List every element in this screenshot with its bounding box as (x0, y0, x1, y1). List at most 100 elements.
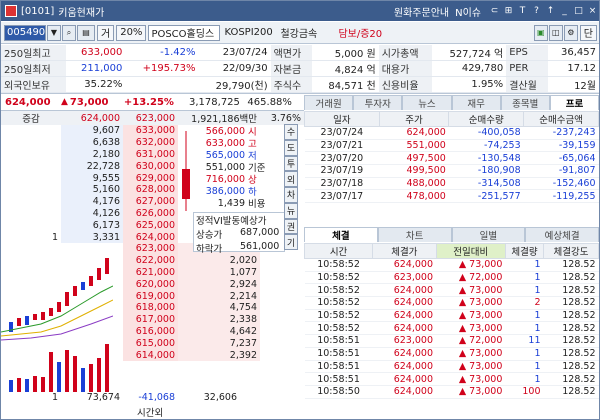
tab-item[interactable]: 예상체결 (525, 227, 599, 242)
trade-col-header[interactable]: 체결량 (504, 243, 545, 259)
link-icon[interactable]: ⊂ (488, 5, 501, 18)
info-l4: EPS (506, 45, 548, 61)
pin-icon[interactable]: ↑ (544, 5, 557, 18)
buy-price[interactable]: 616,000 (123, 325, 178, 338)
info-v3: 1.95% (431, 76, 507, 93)
tab-item[interactable]: 일별 (451, 227, 526, 242)
trade-cell: 10:58:51 (304, 360, 373, 374)
trade-cell: ▲ 73,000 (436, 309, 506, 323)
quote-row: 566,000 시 (185, 125, 283, 139)
trade-cell: 624,000 (372, 321, 437, 336)
buy-price[interactable]: 618,000 (123, 301, 178, 314)
settings-icon[interactable]: ⚙ (563, 24, 578, 41)
daily-col-header[interactable]: 순매수량 (448, 111, 525, 127)
buy-qty: 2,392 (178, 349, 260, 361)
buy-price[interactable]: 620,000 (123, 278, 178, 291)
window-icon-green[interactable]: ▣ (533, 24, 548, 41)
daily-cell: 499,500 (379, 164, 449, 178)
sell-price[interactable]: 626,000 (123, 207, 178, 220)
single-button[interactable]: 단 (579, 24, 597, 41)
trade-cell: ▲ 73,000 (436, 296, 506, 310)
help-icon[interactable]: ? (530, 5, 543, 18)
minimize-icon[interactable]: _ (558, 5, 571, 18)
price-rate: +13.25% (123, 96, 174, 108)
daily-col-header[interactable]: 순매수금액 (523, 111, 599, 127)
sell-change: 1 (51, 231, 58, 243)
sell-top-price: 624,000 (80, 112, 120, 124)
trade-col-header[interactable]: 체결가 (372, 243, 437, 259)
sell-price[interactable]: 627,000 (123, 195, 178, 208)
sell-price[interactable]: 629,000 (123, 172, 178, 184)
buy-price[interactable]: 622,000 (123, 254, 178, 267)
sell-price[interactable]: 633,000 (123, 125, 178, 137)
buy-price[interactable]: 619,000 (123, 290, 178, 302)
tab-item[interactable]: 프로 (549, 95, 599, 110)
maximize-icon[interactable]: □ (572, 5, 585, 18)
sell-qty: 6,638 (61, 136, 123, 149)
buy-price[interactable]: 614,000 (123, 349, 178, 361)
daily-row: 23/07/24 624,000 -400,058 -237,243 (304, 126, 599, 140)
tab-item[interactable]: 차트 (377, 227, 452, 242)
sell-price[interactable]: 628,000 (123, 183, 178, 196)
trade-col-header[interactable]: 체결강도 (543, 243, 599, 259)
list-icon[interactable]: ▤ (77, 24, 95, 41)
trade-cell: 1 (505, 309, 544, 323)
sell-qty: 5,160 (61, 183, 123, 196)
type-button[interactable]: 거 (97, 24, 115, 41)
sell-price[interactable]: 624,000 (123, 231, 178, 243)
stock-code-input[interactable]: 005490 (4, 24, 46, 41)
sell-price[interactable]: 630,000 (123, 160, 178, 173)
sell-price[interactable]: 631,000 (123, 148, 178, 161)
trade-col-header[interactable]: 시간 (303, 243, 374, 259)
side-button[interactable]: 외 (284, 171, 298, 187)
tab-item[interactable]: 종목별 (500, 95, 550, 110)
order-guide-link[interactable]: 원화주문안내 (394, 4, 449, 19)
buy-price[interactable]: 617,000 (123, 313, 178, 326)
quote-value: 566,000 (205, 125, 245, 137)
grid-icon[interactable]: ⊞ (502, 5, 515, 18)
tab-item[interactable]: 체결 (304, 227, 378, 242)
tab-item[interactable]: 거래원 (304, 95, 354, 110)
side-button[interactable]: 뉴 (284, 202, 298, 219)
side-button[interactable]: 도 (284, 139, 298, 156)
info-l2: 주식수 (270, 76, 313, 93)
code-dropdown-icon[interactable]: ▼ (47, 24, 61, 41)
side-button[interactable]: 차 (284, 187, 298, 203)
daily-cell: -314,508 (448, 177, 524, 191)
daily-col-header[interactable]: 주가 (378, 111, 450, 127)
window-icon (5, 5, 17, 17)
trade-cell: 1 (505, 360, 544, 374)
tab-item[interactable]: 뉴스 (402, 95, 452, 110)
trade-cell: 1 (505, 321, 544, 336)
info-v2: 5,000 원 (312, 45, 379, 61)
side-button[interactable]: 권 (284, 218, 298, 235)
buy-price[interactable]: 623,000 (123, 242, 178, 255)
search-icon[interactable]: ⌕ (62, 24, 76, 41)
issue-button[interactable]: N이슈 (455, 4, 481, 19)
tab-item[interactable]: 투자자 (353, 95, 403, 110)
trade-cell: 10:58:50 (304, 385, 373, 399)
trade-cell: 1 (505, 283, 544, 298)
trade-col-header[interactable]: 전일대비 (435, 243, 506, 259)
tab-item[interactable]: 재무 (451, 95, 501, 110)
side-button[interactable]: 투 (284, 155, 298, 172)
quote-row: 716,000 상 (185, 173, 283, 187)
buy-price[interactable]: 621,000 (123, 266, 178, 279)
buy-qty: 2,924 (178, 278, 260, 291)
daily-col-header[interactable]: 일자 (304, 111, 380, 127)
margin-rate-button[interactable]: 20% (116, 24, 147, 41)
sell-price[interactable]: 625,000 (123, 219, 178, 232)
text-icon[interactable]: T (516, 5, 529, 18)
buy-price[interactable]: 615,000 (123, 337, 178, 350)
close-icon[interactable]: × (586, 5, 599, 18)
trade-cell: 10:58:52 (304, 271, 373, 285)
info-v4: 36,457 (547, 45, 599, 61)
info-v1: 35.22% (66, 76, 126, 93)
split-icon[interactable]: ◫ (548, 24, 563, 41)
sell-price[interactable]: 632,000 (123, 136, 178, 149)
side-button[interactable]: 기 (284, 234, 298, 250)
trade-cell: 10:58:51 (304, 372, 373, 386)
after-hours-label[interactable]: 시간외 (137, 405, 163, 419)
side-button[interactable]: 수 (284, 124, 298, 140)
trade-row: 10:58:52 623,000 ▲ 72,000 1 128.52 (304, 271, 599, 285)
